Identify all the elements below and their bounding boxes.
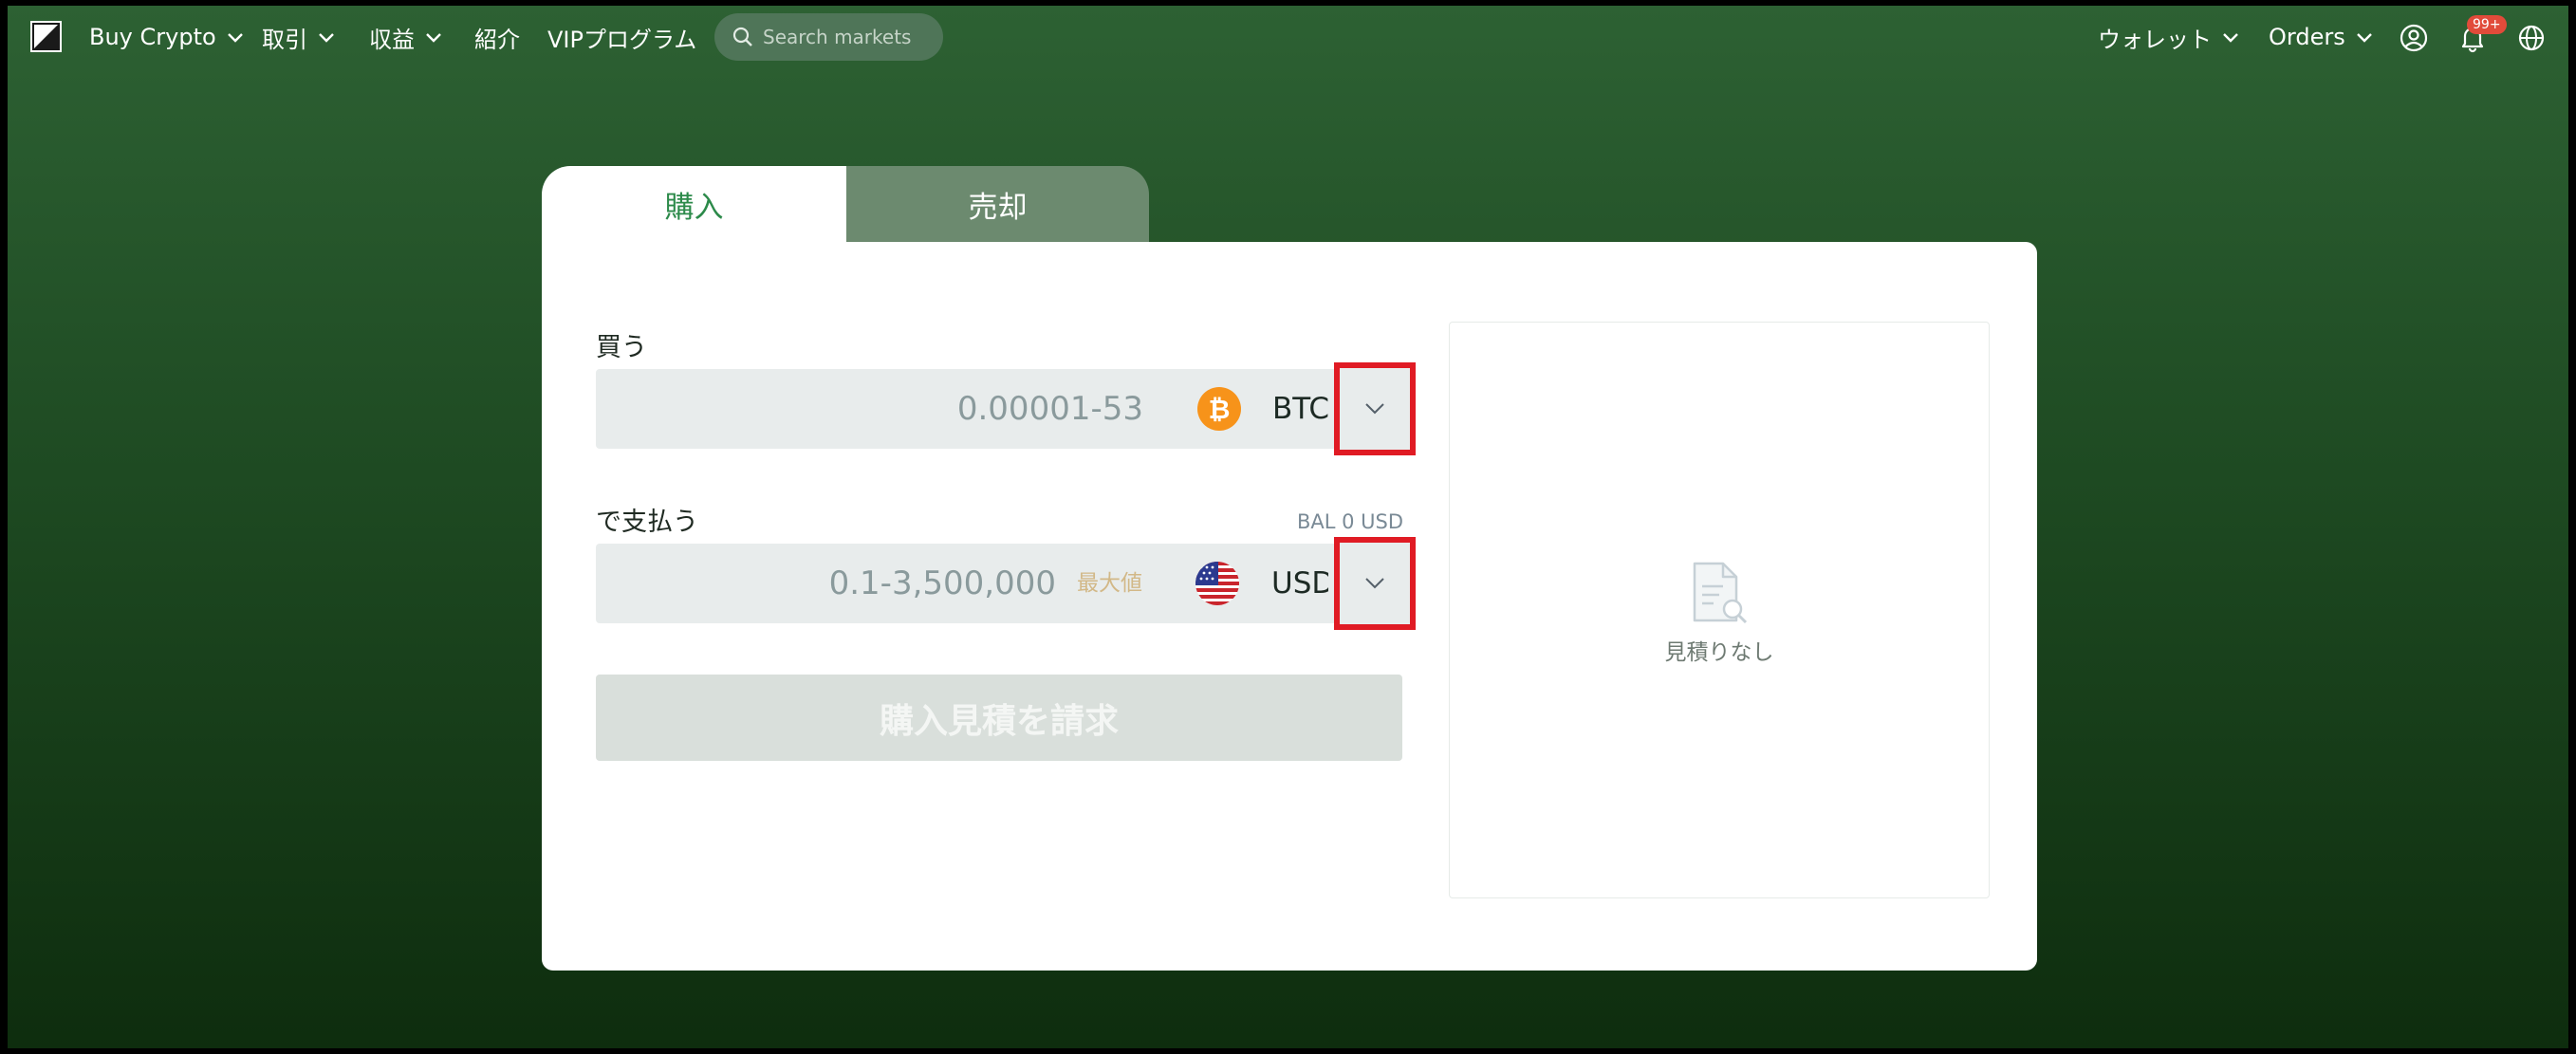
nav-vip-label: VIPプログラム [547, 26, 697, 53]
bitcoin-icon: ₿ [1197, 387, 1241, 431]
chevron-down-icon [1365, 403, 1384, 415]
chevron-down-icon [319, 33, 334, 43]
search-input[interactable]: Search markets [714, 13, 943, 61]
pay-currency-code: USD [1271, 566, 1328, 601]
buy-amount-placeholder: 0.00001-53 [956, 390, 1143, 428]
buy-label: 買う [596, 333, 647, 362]
nav-vip[interactable]: VIPプログラム [547, 6, 696, 68]
logo-icon[interactable] [30, 21, 62, 52]
quote-empty-text: 見積りなし [1664, 640, 1774, 665]
chevron-down-icon [2223, 33, 2238, 43]
tab-sell-label: 売却 [968, 190, 1028, 225]
globe-icon[interactable] [2516, 23, 2547, 53]
pay-amount-placeholder: 0.1-3,500,000 [828, 564, 1056, 602]
search-icon [732, 27, 752, 46]
nav-buy-crypto[interactable]: Buy Crypto [89, 6, 245, 68]
quote-panel: 見積りなし [1449, 322, 1990, 898]
buy-currency-dropdown[interactable] [1334, 362, 1416, 455]
trade-card: 買う 0.00001-53 ₿ BTC で支払う BAL 0 USD 0.1-3… [542, 242, 2037, 971]
nav-orders-label: Orders [2269, 24, 2345, 50]
balance-text: BAL 0 USD [1296, 510, 1403, 533]
tab-buy[interactable]: 購入 [542, 166, 846, 242]
tab-buy-label: 購入 [664, 190, 724, 225]
notification-badge: 99+ [2467, 15, 2507, 34]
request-quote-button[interactable]: 購入見積を請求 [596, 675, 1402, 761]
nav-referral-label: 紹介 [474, 26, 520, 53]
nav-earn[interactable]: 収益 [369, 6, 443, 68]
tab-sell[interactable]: 売却 [846, 166, 1149, 242]
chevron-down-icon [1365, 578, 1384, 589]
nav-wallet[interactable]: ウォレット [2098, 6, 2240, 68]
nav-buy-crypto-label: Buy Crypto [89, 24, 216, 50]
chevron-down-icon [426, 33, 441, 43]
pay-label: で支払う [596, 508, 698, 537]
top-nav: Buy Crypto 取引 収益 紹介 VIPプログラム Search mark… [8, 6, 2568, 68]
us-flag-icon [1195, 562, 1239, 605]
chevron-down-icon [2356, 33, 2372, 43]
nav-referral[interactable]: 紹介 [474, 6, 520, 68]
nav-wallet-label: ウォレット [2098, 26, 2212, 53]
nav-trade[interactable]: 取引 [262, 6, 336, 68]
nav-trade-label: 取引 [262, 26, 307, 53]
nav-earn-label: 収益 [369, 26, 415, 53]
user-circle-icon[interactable] [2399, 23, 2429, 53]
nav-orders[interactable]: Orders [2269, 6, 2374, 68]
pay-currency-dropdown[interactable] [1334, 537, 1416, 630]
document-search-icon [1691, 562, 1750, 626]
pay-amount-field[interactable]: 0.1-3,500,000 最大値 USD [596, 544, 1402, 623]
svg-text:₿: ₿ [1209, 394, 1231, 425]
chevron-down-icon [227, 33, 243, 43]
app-window: Buy Crypto 取引 収益 紹介 VIPプログラム Search mark… [8, 6, 2568, 1048]
buy-amount-field[interactable]: 0.00001-53 ₿ BTC [596, 369, 1402, 449]
max-button[interactable]: 最大値 [1077, 544, 1142, 623]
search-placeholder: Search markets [763, 26, 912, 48]
buy-currency-code: BTC [1272, 392, 1329, 426]
